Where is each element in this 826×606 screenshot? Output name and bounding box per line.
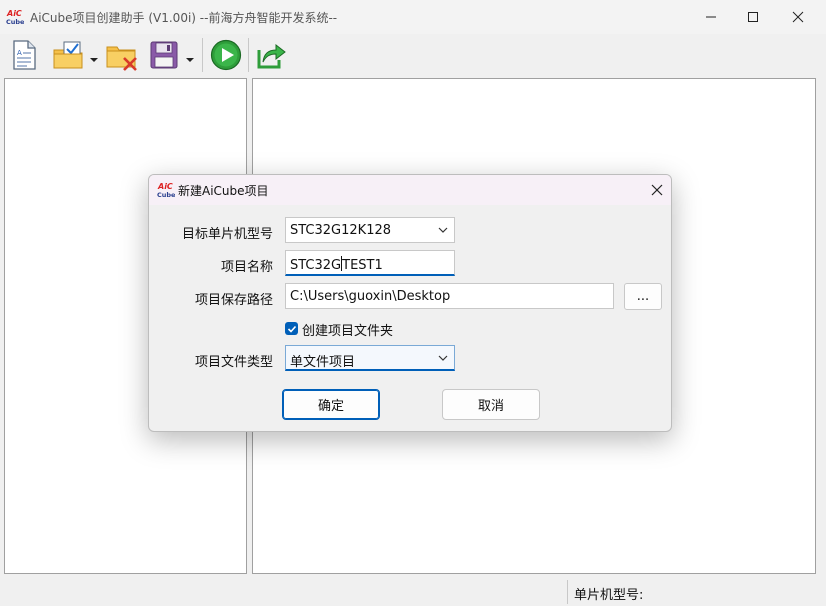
svg-text:Cube: Cube (6, 18, 24, 26)
run-button[interactable] (208, 37, 244, 73)
project-name-input[interactable]: STC32GTEST1 (285, 250, 455, 276)
aicube-logo-icon: AiC Cube (6, 8, 25, 26)
svg-text:AiC: AiC (6, 9, 22, 18)
save-path-input[interactable]: C:\Users\guoxin\Desktop (285, 283, 614, 309)
minimize-button[interactable] (688, 0, 734, 34)
create-folder-label[interactable]: 创建项目文件夹 (302, 320, 393, 339)
create-folder-checkbox[interactable] (285, 322, 298, 335)
toolbar-separator (202, 38, 203, 72)
minimize-icon (706, 16, 716, 18)
open-project-dropdown[interactable] (89, 50, 99, 62)
project-name-label: 项目名称 (220, 260, 273, 275)
mcu-model-select[interactable]: STC32G12K128 (285, 217, 455, 243)
project-name-text-after-caret: TEST1 (342, 258, 383, 273)
dialog-title-bar: AiC Cube 新建AiCube项目 (149, 175, 671, 205)
checkmark-icon (287, 325, 296, 333)
share-arrow-icon (257, 43, 286, 69)
save-path-value: C:\Users\guoxin\Desktop (290, 289, 451, 304)
save-dropdown[interactable] (185, 50, 195, 62)
close-project-button[interactable] (104, 37, 140, 73)
floppy-disk-icon (150, 41, 178, 69)
svg-text:A: A (17, 49, 22, 57)
save-button[interactable] (146, 37, 182, 73)
folder-check-icon (53, 41, 83, 69)
maximize-icon (748, 12, 758, 22)
close-icon (792, 11, 804, 23)
project-name-text-before-caret: STC32G (290, 258, 342, 273)
title-bar: AiC Cube AiCube项目创建助手 (V1.00i) --前海方舟智能开… (0, 0, 826, 34)
file-type-label: 项目文件类型 (194, 355, 273, 370)
toolbar: A (0, 34, 826, 76)
close-icon (651, 184, 663, 196)
mcu-model-status: 单片机型号: (574, 588, 644, 603)
dialog-close-button[interactable] (647, 180, 667, 200)
browse-button[interactable]: ... (624, 283, 662, 310)
chevron-down-icon (438, 355, 448, 361)
play-icon (210, 39, 242, 71)
new-file-button[interactable]: A (6, 37, 42, 73)
ok-button[interactable]: 确定 (282, 389, 380, 420)
dropdown-arrow-icon (186, 58, 194, 62)
file-type-value: 单文件项目 (290, 355, 356, 370)
export-button[interactable] (253, 37, 289, 73)
close-window-button[interactable] (775, 0, 821, 34)
svg-text:AiC: AiC (157, 182, 173, 191)
svg-text:Cube: Cube (157, 191, 175, 199)
maximize-button[interactable] (730, 0, 776, 34)
open-project-button[interactable] (50, 37, 86, 73)
cancel-button[interactable]: 取消 (442, 389, 540, 420)
status-bar: 单片机型号: (0, 578, 826, 606)
new-document-icon: A (13, 40, 36, 70)
dropdown-arrow-icon (90, 58, 98, 62)
mcu-model-label: 目标单片机型号 (181, 227, 273, 242)
new-project-dialog: AiC Cube 新建AiCube项目 目标单片机型号 STC32G12K128… (148, 174, 672, 432)
folder-delete-icon (106, 46, 137, 71)
app-window: AiC Cube AiCube项目创建助手 (V1.00i) --前海方舟智能开… (0, 0, 826, 606)
status-separator (567, 580, 568, 604)
window-title: AiCube项目创建助手 (V1.00i) --前海方舟智能开发系统-- (30, 11, 338, 25)
aicube-logo-icon: AiC Cube (157, 181, 176, 199)
mcu-model-value: STC32G12K128 (290, 223, 392, 238)
toolbar-separator (248, 38, 249, 72)
save-path-label: 项目保存路径 (194, 293, 273, 308)
file-type-select[interactable]: 单文件项目 (285, 345, 455, 371)
chevron-down-icon (438, 227, 448, 233)
dialog-title: 新建AiCube项目 (178, 184, 269, 198)
